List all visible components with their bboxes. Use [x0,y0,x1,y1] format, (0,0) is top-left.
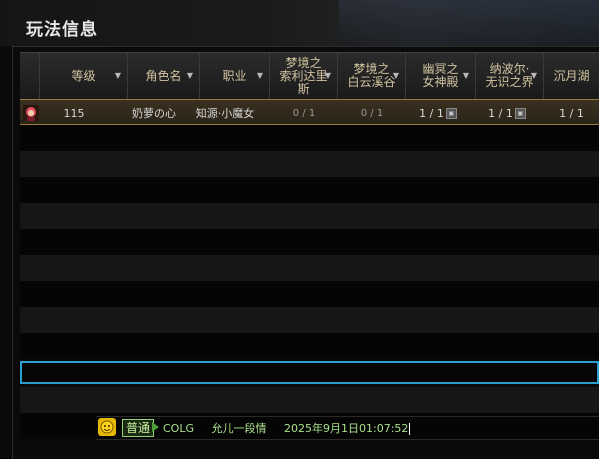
column-label: 梦境之 白云溪谷 [347,62,396,89]
column-header-job[interactable]: 职业 ▼ [200,53,270,99]
sort-arrow-icon[interactable]: ▼ [325,71,331,80]
column-header-level[interactable]: 等级 ▼ [40,53,128,99]
table-row-empty [20,229,599,255]
title-decoration [339,0,599,46]
reward-box-icon: ▣ [445,107,457,119]
cell-dungeon-4: 1 / 1 ▣ [476,100,538,126]
column-header-dungeon-4[interactable]: 纳波尔· 无识之界 ▼ [476,53,544,99]
sort-arrow-icon[interactable]: ▼ [257,71,263,80]
cell-dungeon-2: 0 / 1 [360,107,384,119]
cell-job: 知源·小魔女 [195,107,255,120]
column-label: 等级 [71,68,96,83]
table-row-empty [20,281,599,307]
sort-arrow-icon[interactable]: ▼ [115,71,121,80]
column-header-dungeon-1[interactable]: 梦境之 索利达里 斯 ▼ [270,53,338,99]
table-row[interactable]: 115 奶萝の心 知源·小魔女 0 / 1 0 / 1 1 / 1 ▣ 1 / 1… [20,99,599,125]
chat-server: COLG [163,422,194,435]
channel-arrow-icon [152,422,159,432]
cell-value: 1 / 1 [419,106,444,120]
sort-arrow-icon[interactable]: ▼ [531,71,537,80]
table-row-empty [20,151,599,177]
window: 玩法信息 等级 ▼ 角色名 ▼ 职业 ▼ 梦境之 索利达里 斯 ▼ 梦境之 白云… [0,0,599,459]
table-row-empty [20,255,599,281]
title-bar[interactable]: 玩法信息 [0,0,599,46]
column-label: 职业 [222,68,247,83]
table-row-empty [20,177,599,203]
column-header-avatar [20,53,40,99]
table-header: 等级 ▼ 角色名 ▼ 职业 ▼ 梦境之 索利达里 斯 ▼ 梦境之 白云溪谷 ▼ … [20,52,599,100]
chat-input-highlight[interactable] [20,361,599,384]
cell-dungeon-5: 1 / 1 [559,106,584,120]
cell-dungeon-1: 0 / 1 [292,107,316,119]
chat-timestamp: 2025年9月1日01:07:52 [284,422,409,435]
cell-level: 115 [63,106,85,120]
chat-emoji-icon[interactable] [98,418,116,436]
column-header-dungeon-2[interactable]: 梦境之 白云溪谷 ▼ [338,53,406,99]
window-title: 玩法信息 [26,20,98,40]
table-row-empty [20,203,599,229]
chat-message: COLG 允儿一段情 2025年9月1日01:07:52 [163,420,424,436]
sort-arrow-icon[interactable]: ▼ [463,71,469,80]
text-caret [409,423,411,435]
sort-arrow-icon[interactable]: ▼ [393,71,399,80]
table-row-empty [20,387,599,413]
table-row-empty [20,125,599,151]
smiley-icon [100,420,114,434]
cell-dungeon-3: 1 / 1 ▣ [406,100,470,126]
chat-user: 允儿一段情 [211,422,267,435]
column-label: 幽冥之 女神殿 [422,62,459,89]
sort-arrow-icon[interactable]: ▼ [187,71,193,80]
character-avatar-icon [23,105,39,121]
column-label: 纳波尔· 无识之界 [485,62,534,89]
column-label: 角色名 [145,68,182,83]
column-header-name[interactable]: 角色名 ▼ [128,53,200,99]
chat-message-bar[interactable]: 普通 COLG 允儿一段情 2025年9月1日01:07:52 [96,416,599,440]
table-row-empty [20,307,599,333]
column-header-dungeon-5[interactable]: 沉月湖 [544,53,599,99]
column-header-dungeon-3[interactable]: 幽冥之 女神殿 ▼ [406,53,476,99]
column-label: 沉月湖 [553,68,590,83]
cell-value: 1 / 1 [488,106,513,120]
table-row-empty [20,333,599,359]
chat-channel-label[interactable]: 普通 [122,419,155,437]
reward-box-icon: ▣ [514,107,526,119]
column-label: 梦境之 索利达里 斯 [279,55,328,96]
